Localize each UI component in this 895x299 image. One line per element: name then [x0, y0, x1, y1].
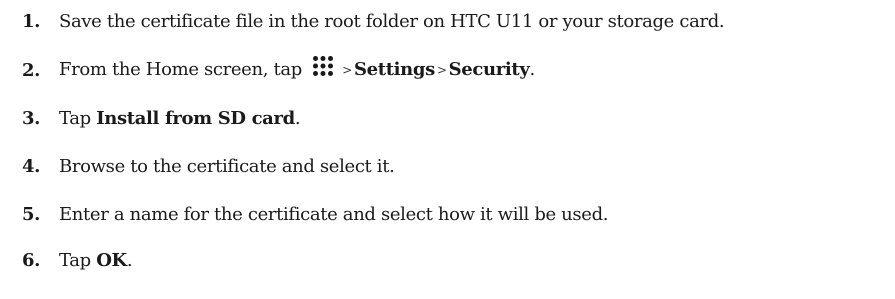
chevron-right-icon: > — [436, 63, 447, 77]
step-number: 3. — [22, 107, 41, 129]
security-label: Security — [448, 59, 530, 80]
step-number: 2. — [22, 59, 41, 81]
step-text: Enter a name for the certificate and sel… — [59, 203, 609, 225]
step-3-end: . — [294, 107, 301, 129]
step-number: 5. — [22, 203, 41, 225]
step-number: 4. — [22, 155, 41, 177]
apps-grid-icon — [313, 56, 334, 76]
step-3-text-before: Tap — [59, 107, 91, 129]
step-6-text-before: Tap — [59, 249, 91, 271]
chevron-right-icon: > — [342, 63, 352, 77]
step-number: 6. — [22, 249, 41, 271]
step-text: Tap Install from SD card. — [59, 107, 301, 129]
settings-label: Settings — [354, 59, 435, 80]
step-1-text: Save the certificate file in the root fo… — [59, 10, 725, 32]
install-from-sd-card-label: Install from SD card — [96, 107, 295, 129]
step-4-text: Browse to the certificate and select it. — [59, 155, 395, 177]
step-5-text: Enter a name for the certificate and sel… — [59, 203, 609, 225]
step-2-end: . — [529, 59, 535, 80]
step-text: Browse to the certificate and select it. — [59, 155, 395, 177]
step-2-text-before: From the Home screen, tap — [59, 59, 308, 80]
step-text: Tap OK. — [59, 249, 133, 271]
step-6-end: . — [126, 249, 133, 271]
ok-label: OK — [96, 249, 127, 271]
step-text: From the Home screen, tap > Settings > Secu… — [59, 56, 535, 81]
step-text: Save the certificate file in the root fo… — [59, 10, 725, 32]
step-number: 1. — [22, 10, 41, 32]
